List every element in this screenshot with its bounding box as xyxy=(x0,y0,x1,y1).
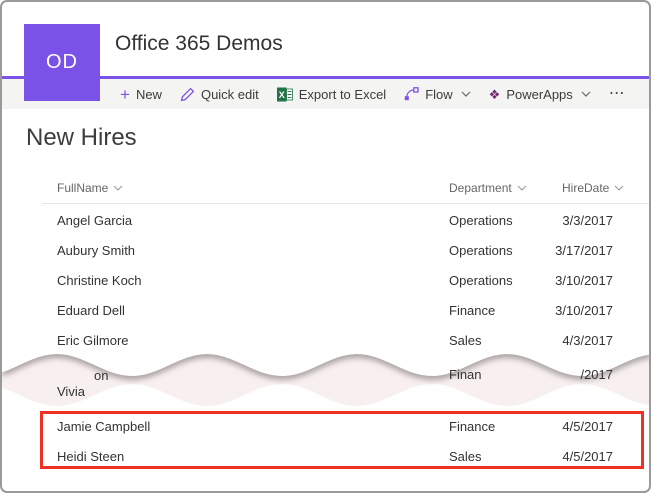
cell-fullname: Christine Koch xyxy=(57,266,142,296)
cell-hiredate: 4/5/2017 xyxy=(535,442,613,472)
chevron-down-icon xyxy=(581,91,591,97)
column-header-label: HireDate xyxy=(562,181,609,195)
cell-hiredate: 3/17/2017 xyxy=(535,236,613,266)
export-to-excel-button[interactable]: X Export to Excel xyxy=(277,79,386,109)
site-logo-tile[interactable]: OD xyxy=(24,24,100,101)
powerapps-button[interactable]: ❖ PowerApps xyxy=(489,79,591,109)
site-title[interactable]: Office 365 Demos xyxy=(115,32,283,56)
flow-label: Flow xyxy=(425,87,452,102)
torn-row-name-fragment: on xyxy=(94,368,108,383)
powerapps-icon: ❖ xyxy=(489,88,501,101)
column-header-fullname[interactable]: FullName xyxy=(57,181,123,195)
sort-chevron-icon xyxy=(517,185,527,191)
cell-department: Finance xyxy=(449,412,495,442)
table-row[interactable]: Eric Gilmore Sales 4/3/2017 xyxy=(2,326,649,356)
sort-chevron-icon xyxy=(113,185,123,191)
cell-department: Operations xyxy=(449,266,513,296)
cell-hiredate: 3/3/2017 xyxy=(535,206,613,236)
torn-edge-shadow xyxy=(2,348,651,422)
cell-hiredate: 3/10/2017 xyxy=(535,266,613,296)
new-button-label: New xyxy=(136,87,162,102)
table-row[interactable]: Christine Koch Operations 3/10/2017 xyxy=(2,266,649,296)
table-row[interactable]: Jamie Campbell Finance 4/5/2017 xyxy=(2,412,649,442)
cell-department: Sales xyxy=(449,442,482,472)
flow-icon xyxy=(404,87,419,101)
svg-text:X: X xyxy=(279,90,285,100)
torn-gap-band xyxy=(2,348,651,422)
cell-fullname: Eric Gilmore xyxy=(57,326,129,356)
table-header-divider xyxy=(42,203,650,204)
cell-fullname: Heidi Steen xyxy=(57,442,124,472)
app-window: OD Office 365 Demos + New Quick edit X E… xyxy=(0,0,651,493)
more-commands-button[interactable]: ⋯ xyxy=(609,79,626,109)
torn-row-name-fragment: Vivia xyxy=(57,384,85,399)
cell-department: Finance xyxy=(449,296,495,326)
table-row[interactable]: Eduard Dell Finance 3/10/2017 xyxy=(2,296,649,326)
ellipsis-icon: ⋯ xyxy=(609,86,626,102)
chevron-down-icon xyxy=(461,91,471,97)
column-header-label: Department xyxy=(449,181,512,195)
table-header: FullName Department HireDate xyxy=(2,181,649,203)
torn-row-department-fragment: Finan xyxy=(449,367,482,382)
site-logo-initials: OD xyxy=(46,51,78,74)
cell-department: Operations xyxy=(449,236,513,266)
page-title: New Hires xyxy=(26,124,137,152)
cell-fullname: Jamie Campbell xyxy=(57,412,150,442)
column-header-label: FullName xyxy=(57,181,108,195)
plus-icon: + xyxy=(120,86,130,103)
new-button[interactable]: + New xyxy=(120,79,162,109)
torn-row-date-fragment: /2017 xyxy=(535,367,613,382)
table-row[interactable]: Aubury Smith Operations 3/17/2017 xyxy=(2,236,649,266)
cell-fullname: Aubury Smith xyxy=(57,236,135,266)
cell-fullname: Eduard Dell xyxy=(57,296,125,326)
pencil-icon xyxy=(180,87,195,102)
flow-button[interactable]: Flow xyxy=(404,79,470,109)
cell-department: Sales xyxy=(449,326,482,356)
excel-icon: X xyxy=(277,87,293,102)
table-row[interactable]: Heidi Steen Sales 4/5/2017 xyxy=(2,442,649,472)
quick-edit-label: Quick edit xyxy=(201,87,259,102)
cell-hiredate: 3/10/2017 xyxy=(535,296,613,326)
sort-chevron-icon xyxy=(614,185,624,191)
column-header-department[interactable]: Department xyxy=(449,181,527,195)
export-to-excel-label: Export to Excel xyxy=(299,87,386,102)
table-row[interactable]: Angel Garcia Operations 3/3/2017 xyxy=(2,206,649,236)
table-rows-top: Angel Garcia Operations 3/3/2017 Aubury … xyxy=(2,206,649,356)
column-header-hiredate[interactable]: HireDate xyxy=(562,181,624,195)
cell-hiredate: 4/3/2017 xyxy=(535,326,613,356)
cell-department: Operations xyxy=(449,206,513,236)
cell-hiredate: 4/5/2017 xyxy=(535,412,613,442)
cell-fullname: Angel Garcia xyxy=(57,206,132,236)
quick-edit-button[interactable]: Quick edit xyxy=(180,79,259,109)
table-rows-highlighted: Jamie Campbell Finance 4/5/2017 Heidi St… xyxy=(2,412,649,472)
powerapps-label: PowerApps xyxy=(506,87,572,102)
